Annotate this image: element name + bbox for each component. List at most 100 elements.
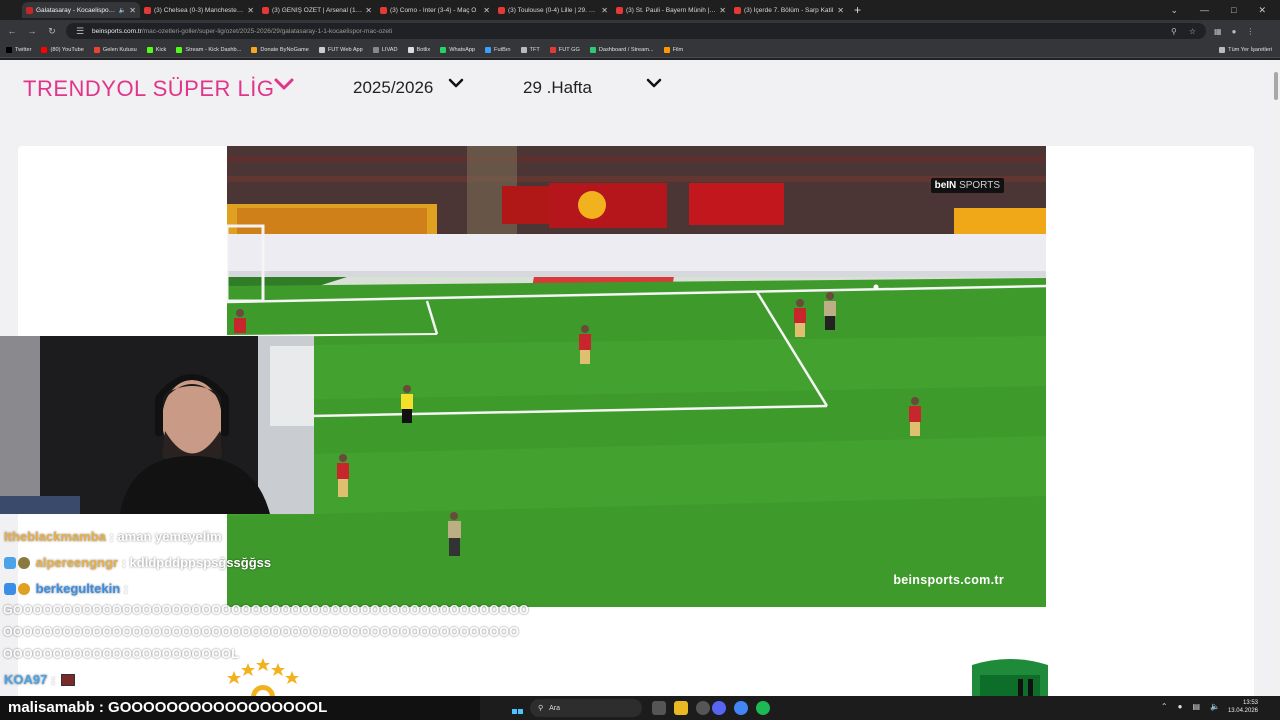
bookmark-item[interactable]: Twitter <box>6 46 31 53</box>
microphone-icon[interactable]: ● <box>1178 702 1183 711</box>
tab-toulouse-lille[interactable]: (3) Toulouse (0-4) Lille | 29. Haf ✕ <box>494 2 612 18</box>
bein-logo-text: beIN <box>934 180 957 191</box>
back-icon[interactable]: ← <box>6 26 18 36</box>
close-tab-icon[interactable]: ✕ <box>247 6 254 15</box>
profile-icon[interactable]: ● <box>1232 27 1237 36</box>
bookmark-item[interactable]: Donate ByNoGame <box>251 46 309 53</box>
tab-title: (3) Chelsea (0-3) Manchester C <box>154 6 245 14</box>
chat-message: KOA97 : <box>4 672 75 687</box>
tab-search-icon[interactable]: ⌄ <box>1170 5 1178 16</box>
tab-galatasaray[interactable]: Galatasaray - Kocaelispor M 🔈 ✕ <box>22 2 140 18</box>
spotify-icon[interactable] <box>756 701 770 715</box>
bookmark-favicon-icon <box>440 46 447 53</box>
file-explorer-icon[interactable] <box>674 701 688 715</box>
bookmark-label: Kick <box>155 46 167 53</box>
scroll-thumb[interactable] <box>1274 72 1278 100</box>
taskbar-clock[interactable]: 13:53 13.04.2026 <box>1228 699 1258 715</box>
site-info-icon[interactable]: ☰ <box>74 26 86 37</box>
bein-sports-logo: beIN SPORTS <box>930 178 1004 193</box>
tab-title: (3) İçerde 7. Bölüm - Sarp Katil <box>744 6 834 14</box>
menu-icon[interactable]: ⋮ <box>1246 27 1254 36</box>
tab-title: Galatasaray - Kocaelispor M <box>36 6 116 14</box>
page-scrollbar[interactable] <box>1272 60 1280 696</box>
bookmark-item[interactable]: FUT GG <box>549 46 580 53</box>
chat-badge-icon <box>4 557 16 569</box>
bookmark-item[interactable]: FutBın <box>485 46 511 53</box>
network-icon[interactable]: ▤ <box>1192 702 1200 711</box>
close-tab-icon[interactable]: ✕ <box>365 6 372 15</box>
kocaelispor-crest-icon <box>972 659 1048 696</box>
start-button-icon[interactable] <box>512 702 524 714</box>
bookmark-item[interactable]: Film <box>663 46 683 53</box>
tray-chevron-icon[interactable]: ⌃ <box>1161 702 1168 711</box>
close-tab-icon[interactable]: ✕ <box>483 6 490 15</box>
bookmark-favicon-icon <box>520 46 527 53</box>
bookmark-favicon-icon <box>589 46 596 53</box>
youtube-favicon-icon <box>144 6 151 14</box>
bookmark-item[interactable]: FUT Web App <box>318 46 363 53</box>
tab-title: (3) GENİŞ ÖZET | Arsenal (1-2) <box>272 6 363 14</box>
chat-message: alpereengngr : kdldpddppspsğssğğss <box>4 555 271 570</box>
season-chevron-down-icon[interactable] <box>447 77 465 91</box>
tab-arsenal[interactable]: (3) GENİŞ ÖZET | Arsenal (1-2) ✕ <box>258 2 376 18</box>
chat-badge-icon <box>4 583 16 595</box>
tab-icerde[interactable]: (3) İçerde 7. Bölüm - Sarp Katil ✕ <box>730 2 848 18</box>
obs-icon[interactable] <box>696 701 710 715</box>
league-chevron-down-icon[interactable] <box>273 76 295 92</box>
clock-time: 13:53 <box>1242 700 1258 706</box>
close-tab-icon[interactable]: ✕ <box>129 6 136 15</box>
bookmark-item[interactable]: Dashboard / Stream... <box>589 46 654 53</box>
maximize-icon[interactable]: □ <box>1231 5 1236 15</box>
extension-icon[interactable]: ▦ <box>1214 27 1222 36</box>
volume-icon[interactable]: 🔈 <box>1210 702 1220 711</box>
taskbar-search[interactable]: ⚲ Ara <box>530 699 642 717</box>
bookmark-item[interactable]: Stream - Kick Dashb... <box>176 46 241 53</box>
close-tab-icon[interactable]: ✕ <box>601 6 608 15</box>
chat-separator: : <box>105 529 118 544</box>
close-tab-icon[interactable]: ✕ <box>837 6 844 15</box>
discord-icon[interactable] <box>712 701 726 715</box>
tab-como-inter[interactable]: (3) Como - Inter (3-4) - Maç Ö ✕ <box>376 2 494 18</box>
week-chevron-down-icon[interactable] <box>645 77 663 91</box>
all-bookmarks-label: Tüm Yer İşaretleri <box>1228 46 1272 53</box>
ticker-text: : GOOOOOOOOOOOOOOOOOL <box>94 699 328 716</box>
bookmark-item[interactable]: TFT <box>520 46 540 53</box>
tab-stpauli-bayern[interactable]: (3) St. Pauli - Bayern Münih | Bu ✕ <box>612 2 730 18</box>
chat-username: Itheblackmamba <box>4 529 106 544</box>
bookmark-label: FUT Web App <box>327 46 363 53</box>
bookmark-item[interactable]: Gelen Kutusu <box>93 46 137 53</box>
bookmark-item[interactable]: LIVAD <box>372 46 398 53</box>
all-bookmarks-folder[interactable]: Tüm Yer İşaretleri <box>1219 46 1280 53</box>
bookmark-item[interactable]: (80) YouTube <box>41 46 84 53</box>
bookmark-item[interactable]: Kick <box>146 46 167 53</box>
bookmark-favicon-icon <box>41 46 48 53</box>
bookmark-label: Botlix <box>416 46 431 53</box>
close-window-icon[interactable]: ✕ <box>1258 5 1266 16</box>
minimize-icon[interactable]: — <box>1200 5 1209 15</box>
bookmark-label: WhatsApp <box>449 46 476 53</box>
youtube-favicon-icon <box>380 6 387 14</box>
chrome-icon[interactable] <box>734 701 748 715</box>
league-selector[interactable]: TRENDYOL SÜPER LİG <box>23 76 274 102</box>
tab-chelsea[interactable]: (3) Chelsea (0-3) Manchester C ✕ <box>140 2 258 18</box>
speaker-icon[interactable]: 🔈 <box>119 7 126 14</box>
bookmark-item[interactable]: WhatsApp <box>440 46 476 53</box>
season-selector[interactable]: 2025/2026 <box>353 78 433 98</box>
zoom-icon[interactable]: ⚲ <box>1171 27 1177 36</box>
url-text: beinsports.com.tr/mac-ozetleri-goller/su… <box>92 28 392 35</box>
new-tab-button[interactable]: + <box>854 3 861 17</box>
bookmark-star-icon[interactable]: ☆ <box>1189 27 1196 36</box>
bookmark-item[interactable]: Botlix <box>407 46 431 53</box>
clock-date: 13.04.2026 <box>1227 708 1258 714</box>
bein-logo-suffix: SPORTS <box>959 180 1000 191</box>
address-bar[interactable]: ☰ beinsports.com.tr/mac-ozetleri-goller/… <box>66 23 1206 39</box>
bookmark-label: TFT <box>529 46 540 53</box>
tab-strip: Galatasaray - Kocaelispor M 🔈 ✕ (3) Chel… <box>0 0 1280 20</box>
forward-icon[interactable]: → <box>26 26 38 36</box>
reload-icon[interactable]: ↻ <box>46 26 58 37</box>
tab-title: (3) Como - Inter (3-4) - Maç Ö <box>390 6 477 14</box>
week-selector[interactable]: 29 .Hafta <box>523 78 592 98</box>
youtube-favicon-icon <box>616 6 623 14</box>
close-tab-icon[interactable]: ✕ <box>719 6 726 15</box>
task-view-icon[interactable] <box>652 701 666 715</box>
